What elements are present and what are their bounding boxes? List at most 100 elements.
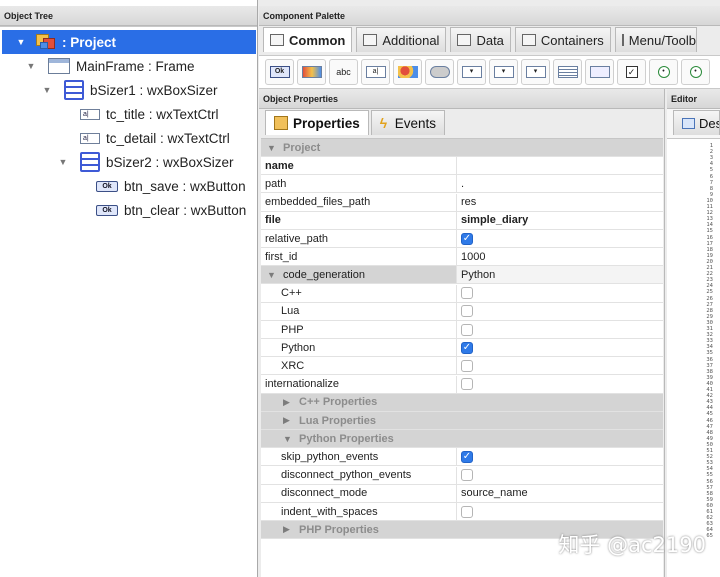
ok-button-icon[interactable]: Ok — [265, 59, 294, 85]
property-label: XRC — [281, 359, 305, 372]
disclosure-triangle-icon[interactable]: ▼ — [267, 143, 277, 153]
disclosure-triangle-icon[interactable]: ▼ — [267, 270, 277, 280]
property-row[interactable]: disconnect_python_events — [261, 466, 663, 485]
tree-node-btn-clear[interactable]: Ok btn_clear : wxButton — [92, 198, 246, 222]
checkbox[interactable]: ✓ — [461, 341, 473, 354]
property-value[interactable]: ✓ — [457, 230, 663, 248]
tree-node-bsizer2[interactable]: ▼ bSizer2 : wxBoxSizer — [56, 150, 234, 174]
disclosure-triangle-icon[interactable]: ▶ — [283, 524, 293, 535]
tree-node-project[interactable]: ▼ : Project — [2, 30, 256, 54]
checkbox[interactable] — [461, 323, 473, 336]
checkbox-icon[interactable]: ✓ — [617, 59, 646, 85]
list-box-icon[interactable]: ▾ — [489, 59, 518, 85]
property-name: ▶ Lua Properties — [261, 412, 663, 430]
property-value[interactable]: Python — [457, 266, 663, 285]
radio-icon[interactable]: • — [681, 59, 710, 85]
property-value[interactable] — [457, 503, 663, 521]
disclosure-triangle-icon[interactable]: ▼ — [24, 61, 38, 71]
property-name: Lua — [261, 302, 457, 321]
property-value[interactable] — [457, 157, 663, 176]
bitmap-icon[interactable] — [393, 59, 422, 85]
property-value[interactable]: source_name — [457, 485, 663, 503]
checkbox[interactable] — [461, 359, 473, 372]
tree-node-tc-detail[interactable]: a| tc_detail : wxTextCtrl — [76, 126, 230, 150]
property-row[interactable]: path. — [261, 175, 663, 194]
property-value[interactable]: . — [457, 175, 663, 194]
disclosure-triangle-icon[interactable]: ▼ — [14, 37, 28, 47]
property-row[interactable]: name — [261, 157, 663, 176]
property-name: file — [261, 211, 457, 230]
property-row[interactable]: disconnect_mode source_name — [261, 484, 663, 503]
property-row[interactable]: PHP — [261, 321, 663, 339]
checkbox[interactable] — [461, 305, 473, 318]
combo-icon[interactable] — [425, 59, 454, 85]
tab-events[interactable]: ϟ Events — [370, 110, 446, 135]
checkbox[interactable] — [461, 469, 473, 482]
property-value[interactable] — [457, 285, 663, 303]
property-label: name — [265, 159, 294, 172]
property-value[interactable] — [457, 467, 663, 485]
disclosure-triangle-icon[interactable]: ▼ — [40, 85, 54, 95]
combo-box-icon[interactable] — [585, 59, 614, 85]
property-value[interactable]: 1000 — [457, 248, 663, 267]
property-value[interactable] — [457, 303, 663, 321]
checkbox[interactable] — [461, 287, 473, 300]
text-ctrl-icon[interactable]: a| — [361, 59, 390, 85]
property-row[interactable]: internationalize — [261, 375, 663, 394]
bitmap-button-icon[interactable] — [297, 59, 326, 85]
grid-icon[interactable] — [553, 59, 582, 85]
tab-containers[interactable]: Containers — [514, 27, 611, 52]
property-row[interactable]: ▼ code_generation Python — [261, 266, 663, 285]
disclosure-triangle-icon[interactable]: ▶ — [283, 415, 293, 426]
property-row[interactable]: Lua — [261, 302, 663, 321]
tree-node-mainframe[interactable]: ▼ MainFrame : Frame — [24, 54, 195, 78]
box-sizer-icon — [64, 80, 84, 100]
property-row[interactable]: XRC — [261, 357, 663, 376]
property-row[interactable]: C++ — [261, 284, 663, 303]
checkbox[interactable]: ✓ — [461, 232, 473, 245]
property-value[interactable] — [457, 321, 663, 339]
property-name: first_id — [261, 248, 457, 267]
property-row[interactable]: embedded_files_path res — [261, 193, 663, 212]
radio-button-icon[interactable]: • — [649, 59, 678, 85]
property-row[interactable]: first_id 1000 — [261, 248, 663, 267]
tab-designer[interactable]: Designer — [673, 110, 720, 135]
property-row[interactable]: file simple_diary — [261, 211, 663, 230]
disclosure-triangle-icon[interactable]: ▼ — [283, 434, 293, 444]
property-value[interactable]: ✓ — [457, 448, 663, 467]
property-row[interactable]: ▼ Project — [261, 139, 663, 157]
property-row[interactable]: indent_with_spaces — [261, 503, 663, 521]
checkbox[interactable] — [461, 378, 473, 391]
choice-icon[interactable]: ▾ — [457, 59, 486, 85]
property-row[interactable]: relative_path ✓ — [261, 230, 663, 248]
tab-data[interactable]: Data — [450, 27, 511, 52]
tab-menu-toolbar[interactable]: Menu/Toolbar — [614, 27, 697, 52]
tree-node-bsizer1[interactable]: ▼ bSizer1 : wxBoxSizer — [40, 78, 218, 102]
checkbox[interactable] — [461, 505, 473, 518]
tree-node-btn-save[interactable]: Ok btn_save : wxButton — [92, 174, 246, 198]
property-value[interactable] — [457, 376, 663, 394]
checkbox[interactable]: ✓ — [461, 450, 473, 463]
property-row[interactable]: ▼ Python Properties — [261, 430, 663, 449]
property-label: PHP Properties — [299, 523, 379, 536]
property-row[interactable]: skip_python_events ✓ — [261, 448, 663, 467]
property-value-text: . — [461, 177, 465, 190]
property-value[interactable]: res — [457, 194, 663, 212]
tree-node-label: bSizer2 : wxBoxSizer — [106, 154, 234, 170]
property-row[interactable]: ▶ C++ Properties — [261, 393, 663, 412]
property-row[interactable]: ▶ Lua Properties — [261, 412, 663, 430]
static-text-icon[interactable]: abc — [329, 59, 358, 85]
property-row[interactable]: Python ✓ — [261, 339, 663, 358]
list-ctrl-icon[interactable]: ▾ — [521, 59, 550, 85]
tab-properties[interactable]: Properties — [265, 110, 369, 135]
property-value[interactable]: ✓ — [457, 339, 663, 358]
property-value[interactable]: simple_diary — [457, 212, 663, 230]
property-value[interactable] — [457, 357, 663, 376]
tab-common[interactable]: Common — [263, 27, 353, 52]
disclosure-triangle-icon[interactable]: ▶ — [283, 397, 293, 408]
tree-node-tc-title[interactable]: a| tc_title : wxTextCtrl — [76, 102, 219, 126]
property-value-text: res — [461, 196, 477, 209]
property-label: relative_path — [265, 232, 328, 245]
tab-additional[interactable]: Additional — [356, 27, 447, 52]
disclosure-triangle-icon[interactable]: ▼ — [56, 157, 70, 167]
